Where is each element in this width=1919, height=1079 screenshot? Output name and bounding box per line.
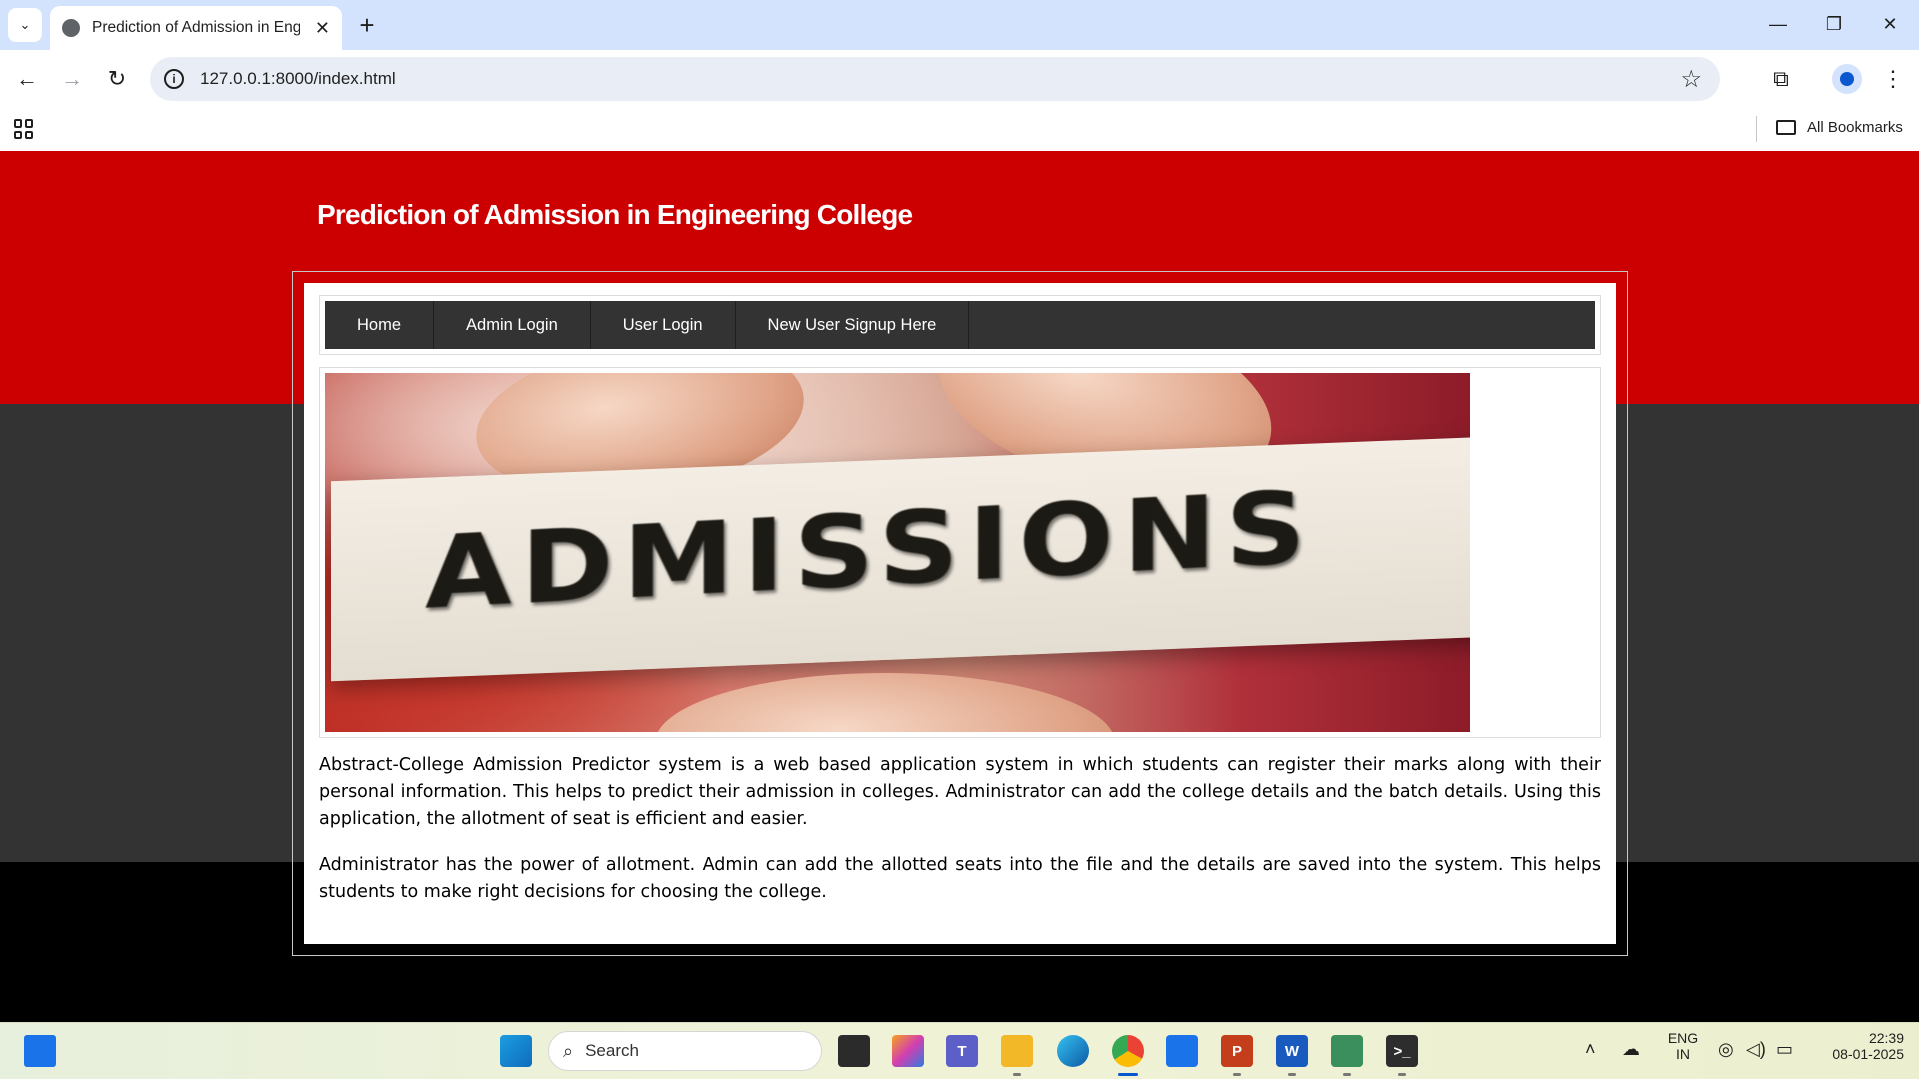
running-indicator xyxy=(1288,1073,1296,1076)
running-indicator xyxy=(1013,1073,1021,1076)
close-icon[interactable]: ✕ xyxy=(315,18,330,39)
all-bookmarks-link[interactable]: All Bookmarks xyxy=(1807,119,1903,136)
admin-paragraph: Administrator has the power of allotment… xyxy=(319,855,1601,902)
taskbar: ⌕ Search T P W >_ ˄ ☁ ENG IN ◎ ◁) ▭ 22:3… xyxy=(0,1022,1919,1079)
browser-tab-bar: ⌄ Prediction of Admission in Engineering… xyxy=(0,0,1919,50)
start-icon[interactable] xyxy=(500,1035,532,1067)
bookmarks-divider xyxy=(1756,116,1757,142)
running-indicator xyxy=(1233,1073,1241,1076)
language-code: ENG xyxy=(1667,1030,1699,1046)
edge-icon[interactable] xyxy=(1057,1035,1089,1067)
menu-icon[interactable]: ⋮ xyxy=(1876,62,1910,96)
close-window-icon[interactable]: ✕ xyxy=(1862,6,1918,42)
banner-wrapper: ADMISSIONS xyxy=(319,367,1601,738)
running-indicator xyxy=(1343,1073,1351,1076)
clock-time: 22:39 xyxy=(1868,1030,1904,1046)
language-region: IN xyxy=(1676,1046,1690,1062)
widgets-icon[interactable] xyxy=(24,1035,56,1067)
tab-title: Prediction of Admission in Engineering C… xyxy=(92,19,300,36)
network-icon[interactable]: ◎ xyxy=(1718,1039,1734,1060)
site-info-icon[interactable]: i xyxy=(164,69,184,89)
apps-icon[interactable] xyxy=(14,119,34,139)
running-indicator xyxy=(1398,1073,1406,1076)
address-bar[interactable]: i 127.0.0.1:8000/index.html ☆ xyxy=(150,57,1720,101)
nav-user-login[interactable]: User Login xyxy=(591,301,736,349)
new-tab-icon[interactable]: + xyxy=(352,10,382,40)
search-icon: ⌕ xyxy=(563,1040,574,1061)
admission-banner-image: ADMISSIONS xyxy=(325,373,1470,732)
back-icon[interactable]: ← xyxy=(10,62,44,96)
taskbar-search[interactable]: ⌕ Search xyxy=(548,1031,822,1071)
browser-toolbar: ← → ↻ i 127.0.0.1:8000/index.html ☆ ⧉ ⋮ xyxy=(0,50,1919,108)
folder-icon[interactable] xyxy=(1776,120,1796,135)
chrome-icon[interactable] xyxy=(1112,1035,1144,1067)
taskbar-search-text: Search xyxy=(585,1041,639,1060)
banner-hand-bottom xyxy=(655,673,1115,732)
content-frame: Home Admin Login User Login New User Sig… xyxy=(292,271,1628,956)
language-indicator[interactable]: ENG IN xyxy=(1666,1030,1700,1062)
file-explorer-icon[interactable] xyxy=(1001,1035,1033,1067)
active-indicator xyxy=(1118,1073,1138,1076)
task-view-icon[interactable] xyxy=(838,1035,870,1067)
bookmarks-bar: All Bookmarks xyxy=(0,108,1919,151)
nav-home[interactable]: Home xyxy=(325,301,435,349)
word-icon[interactable]: W xyxy=(1276,1035,1308,1067)
restore-icon[interactable]: ❐ xyxy=(1806,6,1862,42)
abstract-paragraph: Abstract-College Admission Predictor sys… xyxy=(319,755,1601,829)
volume-icon[interactable]: ◁) xyxy=(1746,1039,1766,1060)
star-icon[interactable]: ☆ xyxy=(1680,65,1702,94)
nav-menu-wrapper: Home Admin Login User Login New User Sig… xyxy=(319,295,1601,355)
web-page: Prediction of Admission in Engineering C… xyxy=(0,151,1919,1022)
app-icon[interactable] xyxy=(1331,1035,1363,1067)
extensions-icon[interactable]: ⧉ xyxy=(1764,62,1798,96)
reload-icon[interactable]: ↻ xyxy=(100,62,134,96)
browser-tab[interactable]: Prediction of Admission in Engineering C… xyxy=(50,6,342,50)
copilot-icon[interactable] xyxy=(892,1035,924,1067)
globe-favicon-icon xyxy=(62,19,80,37)
clock[interactable]: 22:39 08-01-2025 xyxy=(1812,1030,1904,1062)
minimize-icon[interactable]: — xyxy=(1750,6,1806,42)
terminal-icon[interactable]: >_ xyxy=(1386,1035,1418,1067)
site-title: Prediction of Admission in Engineering C… xyxy=(317,199,913,230)
teams-icon[interactable]: T xyxy=(946,1035,978,1067)
clock-date: 08-01-2025 xyxy=(1832,1046,1904,1062)
nav-new-user-signup[interactable]: New User Signup Here xyxy=(736,301,970,349)
url-text[interactable]: 127.0.0.1:8000/index.html xyxy=(200,69,396,89)
onedrive-icon[interactable]: ☁ xyxy=(1622,1039,1640,1060)
content-box: Home Admin Login User Login New User Sig… xyxy=(304,283,1616,944)
store-icon[interactable] xyxy=(1166,1035,1198,1067)
tray-chevron-icon[interactable]: ˄ xyxy=(1585,1039,1596,1060)
tab-search-icon[interactable]: ⌄ xyxy=(8,8,42,42)
battery-icon[interactable]: ▭ xyxy=(1776,1039,1793,1060)
nav-menu: Home Admin Login User Login New User Sig… xyxy=(325,301,1595,349)
nav-admin-login[interactable]: Admin Login xyxy=(434,301,591,349)
profile-icon[interactable] xyxy=(1832,64,1862,94)
powerpoint-icon[interactable]: P xyxy=(1221,1035,1253,1067)
forward-icon[interactable]: → xyxy=(55,62,89,96)
